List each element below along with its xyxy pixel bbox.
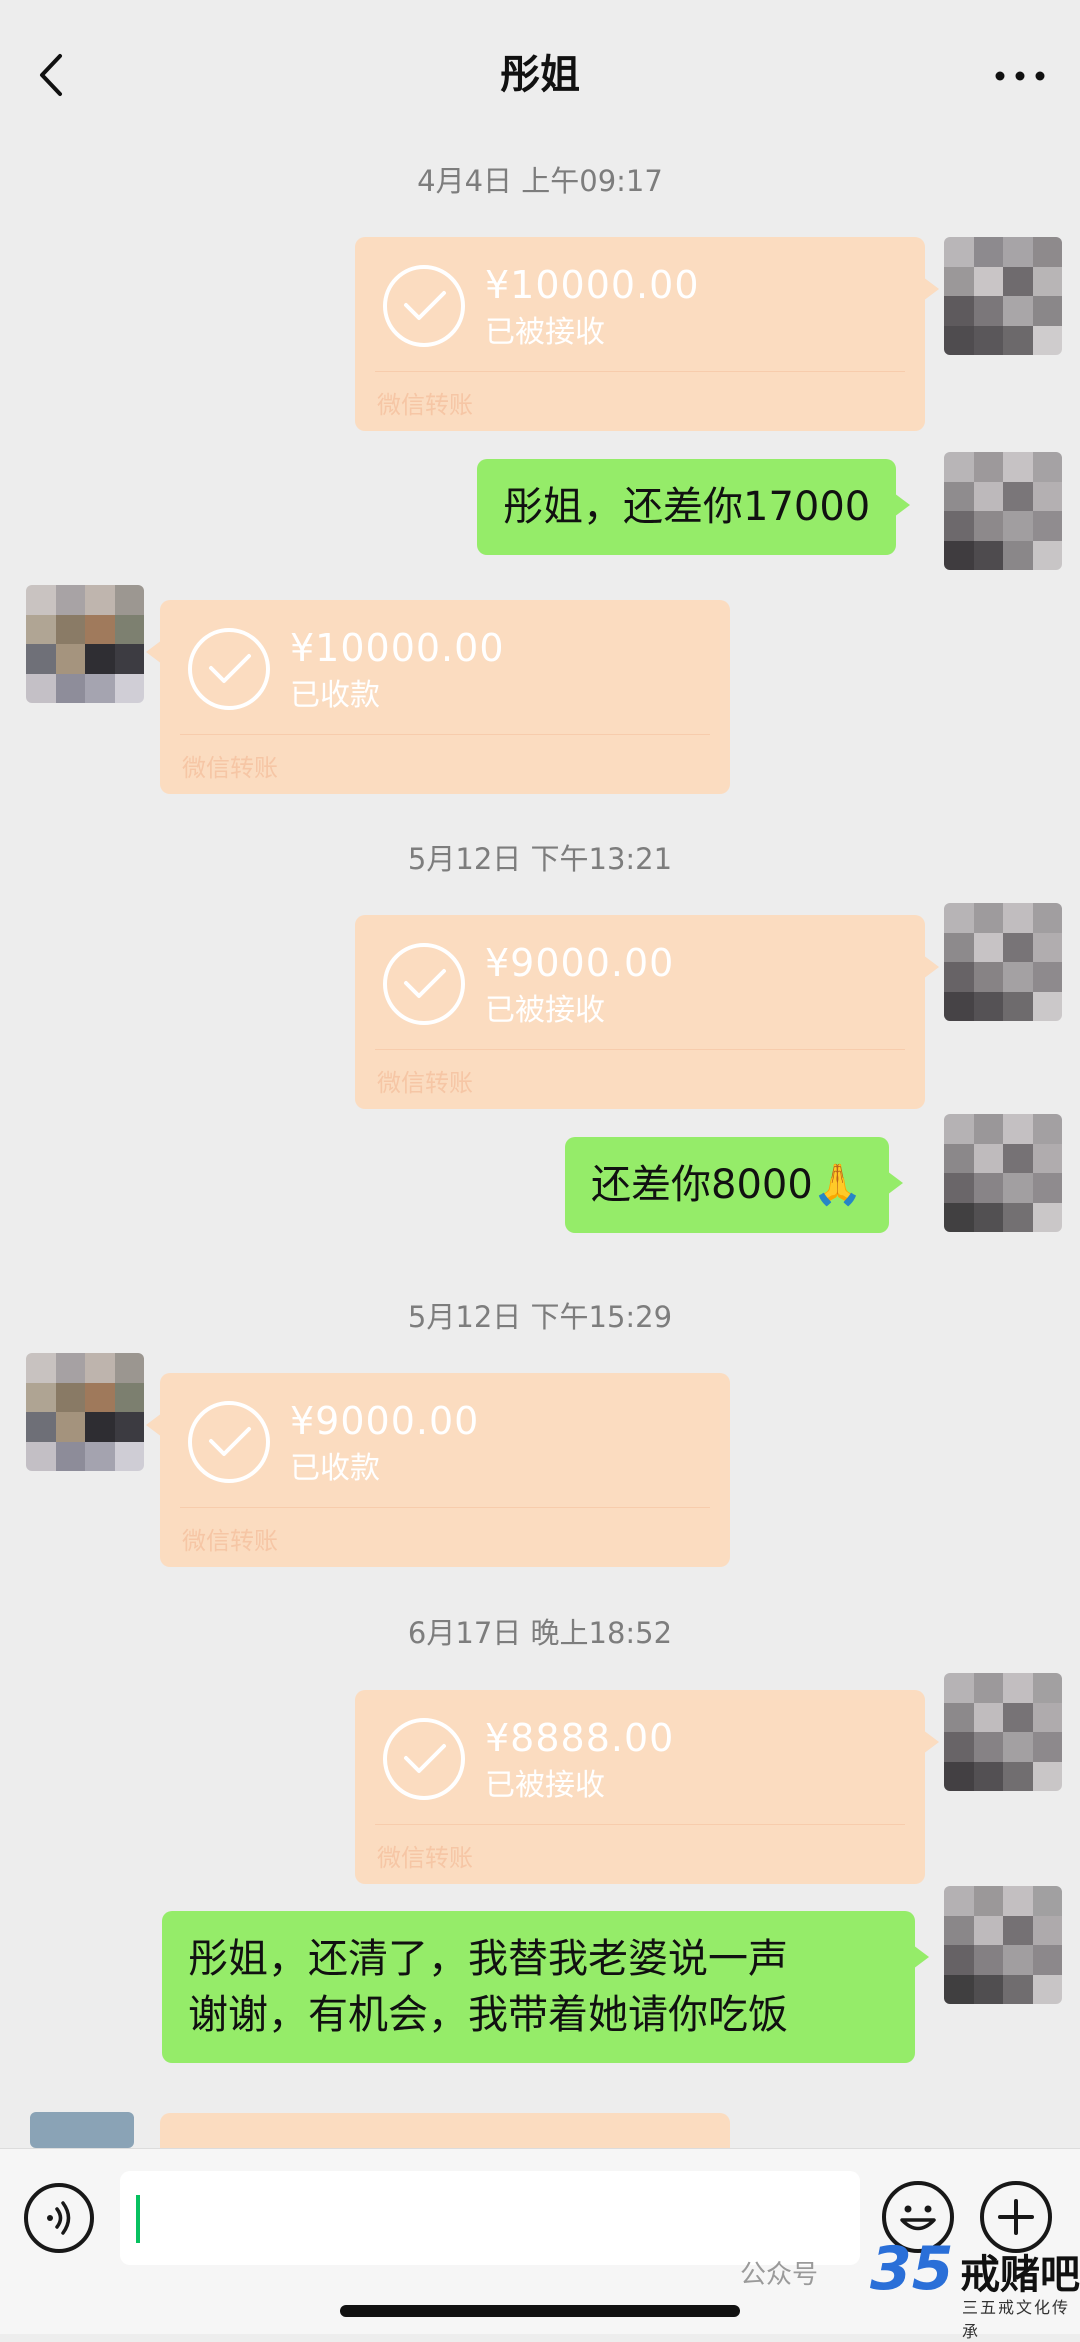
transfer-amount: ¥9000.00 [290, 1399, 480, 1443]
check-circle-icon [383, 943, 465, 1025]
message-line: 谢谢，有机会，我带着她请你吃饭 [188, 1992, 788, 2038]
avatar[interactable] [944, 237, 1062, 355]
avatar[interactable] [944, 452, 1062, 570]
divider [375, 1049, 905, 1050]
chat-header: 彤姐 [0, 0, 1080, 140]
voice-input-icon[interactable] [24, 2183, 94, 2253]
chat-title: 彤姐 [500, 52, 580, 98]
transfer-status: 已收款 [290, 678, 380, 713]
avatar[interactable] [26, 585, 144, 703]
transfer-status: 已被接收 [485, 993, 605, 1028]
transfer-card[interactable]: ¥10000.00 已被接收 微信转账 [355, 237, 939, 431]
transfer-card[interactable]: ¥8888.00 已被接收 微信转账 [355, 1690, 939, 1884]
message-input[interactable] [120, 2171, 860, 2265]
divider [180, 1507, 710, 1508]
transfer-status: 已被接收 [485, 1768, 605, 1803]
avatar[interactable] [944, 903, 1062, 1021]
watermark-subtitle: 三五戒文化传承 [962, 2298, 1071, 2341]
avatar[interactable] [944, 1114, 1062, 1232]
timestamp: 4月4日 上午09:17 [417, 164, 663, 198]
divider [375, 371, 905, 372]
divider [180, 734, 710, 735]
watermark-label: 公众号 [740, 2260, 819, 2290]
transfer-card[interactable] [160, 2113, 730, 2148]
watermark-brand: 戒赌吧 [960, 2252, 1080, 2298]
check-circle-icon [188, 1401, 270, 1483]
transfer-amount: ¥10000.00 [485, 263, 700, 307]
message-line: 彤姐，还清了，我替我老婆说一声 [188, 1936, 788, 1982]
divider [375, 1824, 905, 1825]
transfer-footer: 微信转账 [377, 391, 473, 419]
transfer-status: 已收款 [290, 1451, 380, 1486]
check-circle-icon [383, 1718, 465, 1800]
transfer-card[interactable]: ¥10000.00 已收款 微信转账 [146, 600, 730, 794]
check-circle-icon [188, 628, 270, 710]
transfer-amount: ¥8888.00 [485, 1716, 675, 1760]
transfer-footer: 微信转账 [182, 754, 278, 782]
avatar[interactable] [944, 1886, 1062, 2004]
timestamp: 6月17日 晚上18:52 [407, 1616, 673, 1650]
transfer-amount: ¥10000.00 [290, 626, 505, 670]
transfer-status: 已被接收 [485, 315, 605, 350]
more-options-icon[interactable] [990, 56, 1050, 96]
watermark-logo: 35 戒赌吧 三五戒文化传承 [870, 2232, 1080, 2341]
home-indicator [340, 2305, 740, 2317]
transfer-footer: 微信转账 [182, 1527, 278, 1555]
avatar[interactable] [30, 2112, 134, 2148]
timestamp: 5月12日 下午15:29 [407, 1300, 673, 1334]
transfer-footer: 微信转账 [377, 1069, 473, 1097]
text-caret [136, 2195, 140, 2243]
transfer-card[interactable]: ¥9000.00 已被接收 微信转账 [355, 915, 939, 1109]
sent-message-bubble[interactable]: 彤姐，还差你17000 [477, 459, 911, 555]
transfer-amount: ¥9000.00 [485, 941, 675, 985]
timestamp: 5月12日 下午13:21 [407, 842, 673, 876]
sent-message-bubble[interactable]: 彤姐，还清了，我替我老婆说一声 谢谢，有机会，我带着她请你吃饭 [162, 1911, 929, 2063]
avatar[interactable] [26, 1353, 144, 1471]
transfer-footer: 微信转账 [377, 1844, 473, 1872]
watermark-number: 35 [870, 2234, 954, 2304]
avatar[interactable] [944, 1673, 1062, 1791]
sent-message-bubble[interactable]: 还差你8000🙏 [565, 1137, 903, 1233]
transfer-card[interactable]: ¥9000.00 已收款 微信转账 [146, 1373, 730, 1567]
check-circle-icon [383, 265, 465, 347]
